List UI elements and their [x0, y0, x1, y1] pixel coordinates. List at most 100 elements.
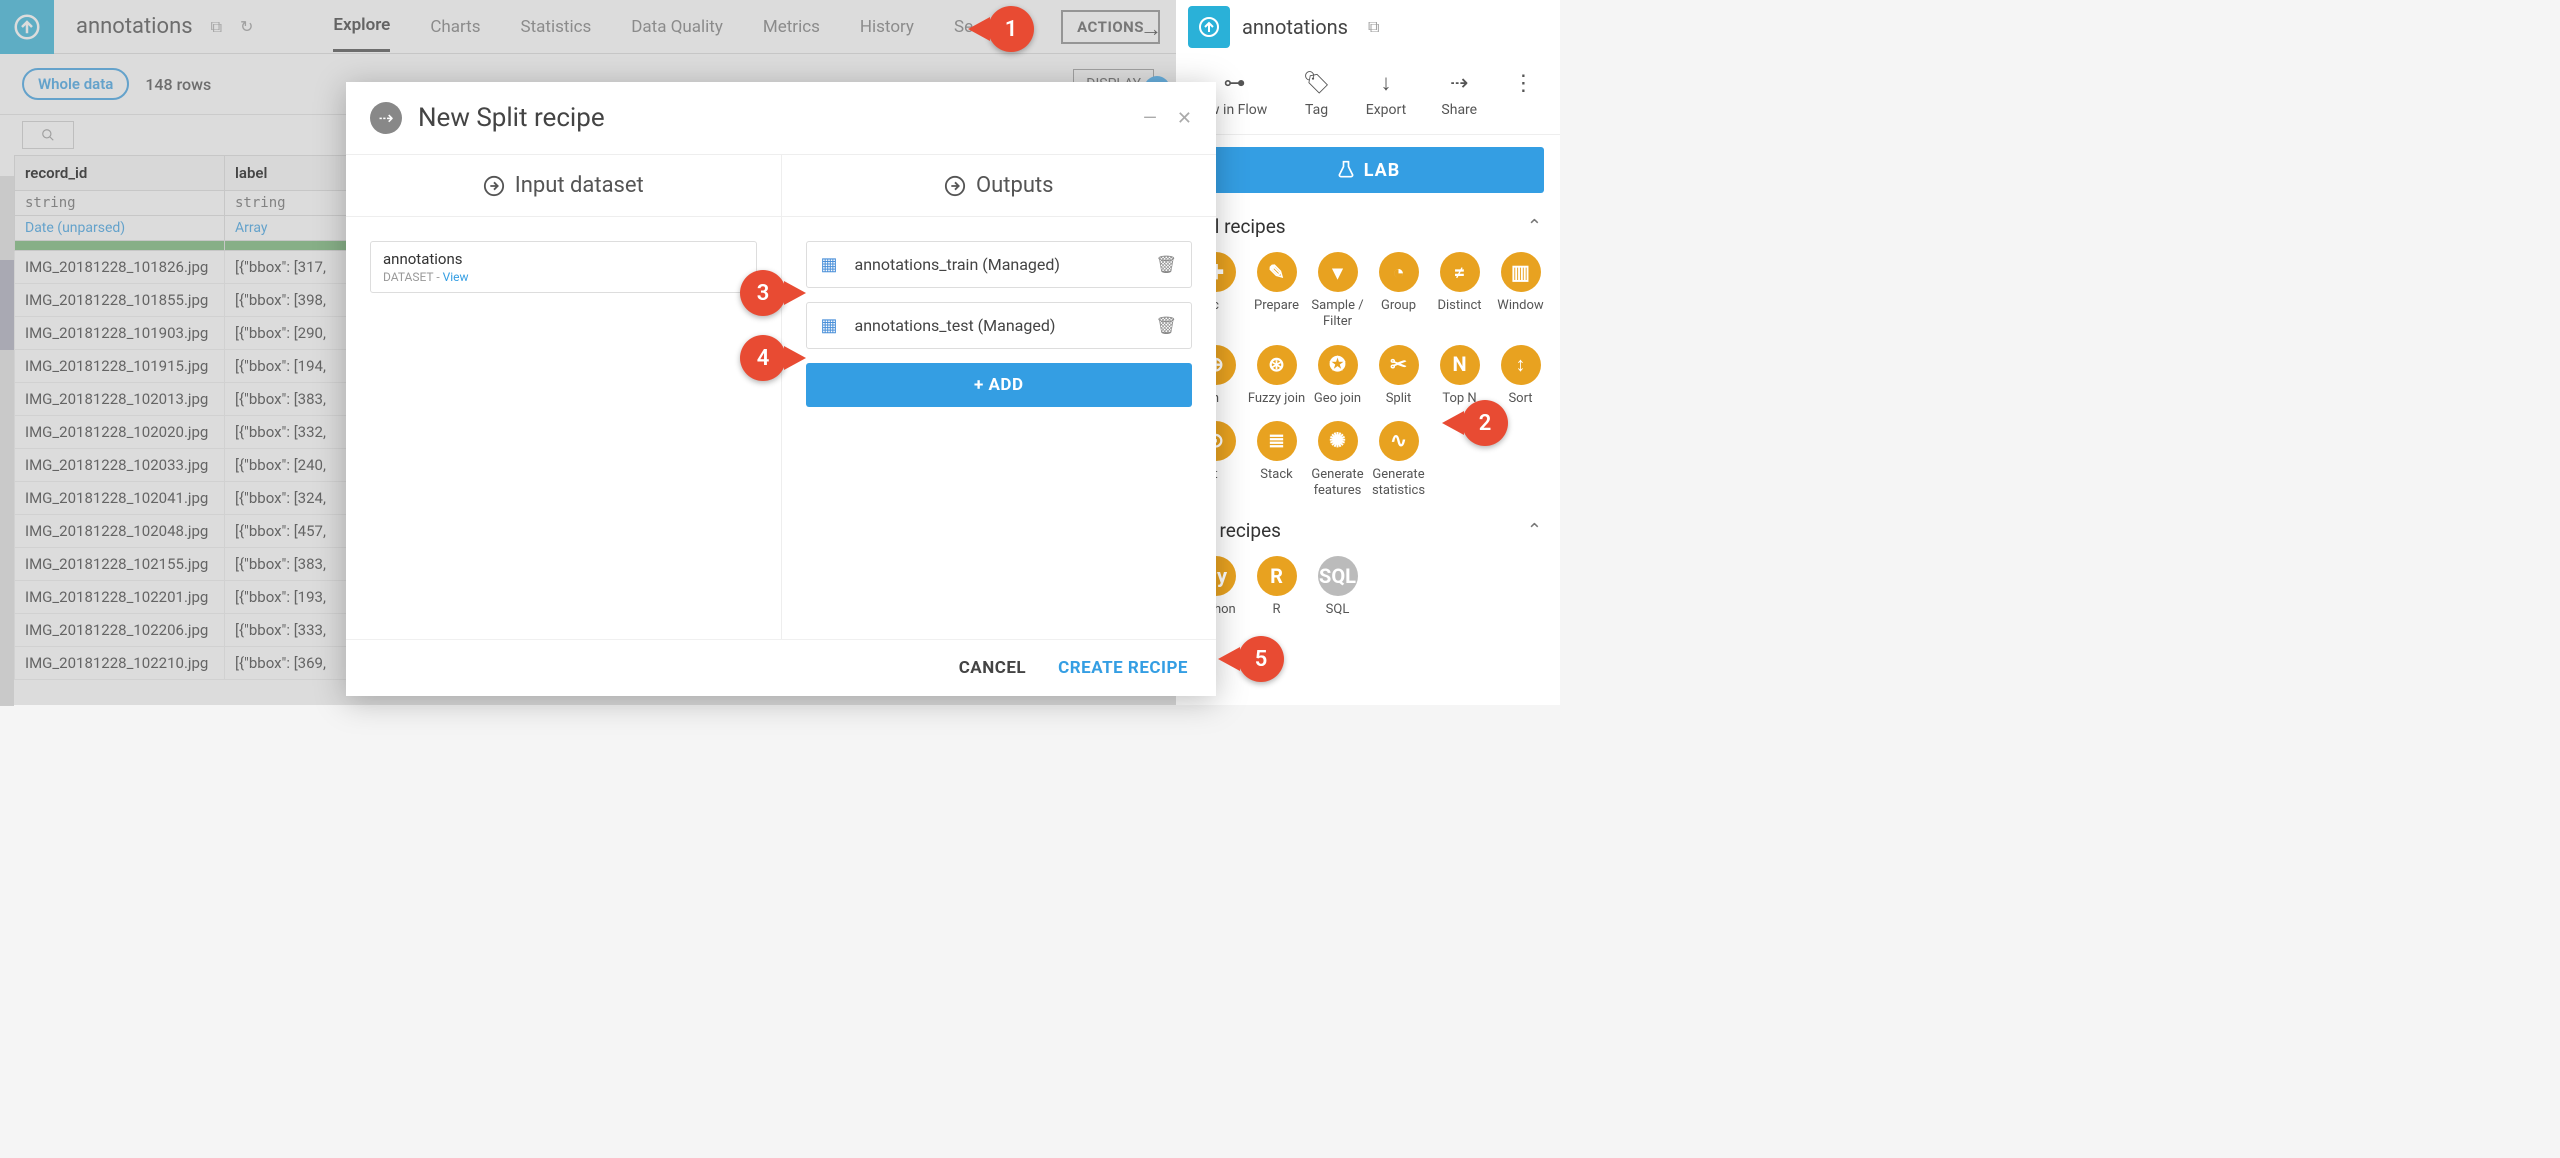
app-logo[interactable]	[0, 0, 54, 54]
annotation-bubble-1: 1	[988, 6, 1034, 52]
recipe-icon: ⊛	[1257, 345, 1297, 385]
recipe-top-n[interactable]: NTop N	[1430, 341, 1489, 407]
tab-metrics[interactable]: Metrics	[763, 3, 820, 51]
recipe-split[interactable]: ✂Split	[1369, 341, 1428, 407]
recipe-icon: R	[1257, 556, 1297, 596]
tab-explore[interactable]: Explore	[333, 1, 390, 52]
tag-icon: 🏷	[1303, 70, 1331, 96]
chevron-up-icon: ⌃	[1527, 216, 1542, 237]
recipe-stack[interactable]: ≣Stack	[1247, 417, 1306, 500]
tab-charts[interactable]: Charts	[430, 3, 480, 51]
panel-expand-arrow[interactable]: →	[1140, 16, 1162, 42]
action-more[interactable]: ⋮	[1512, 70, 1534, 118]
view-dataset-link[interactable]: View	[443, 270, 469, 284]
rp-title: annotations	[1242, 15, 1348, 39]
recipe-icon: N	[1440, 345, 1480, 385]
cell-record-id: IMG_20181228_102020.jpg	[15, 416, 225, 449]
right-panel: annotations ⧉ ⊶ ew in Flow 🏷 Tag ↓ Expor…	[1176, 0, 1560, 705]
recipe-sample-filter[interactable]: ▾Sample / Filter	[1308, 248, 1367, 331]
gutter-scroll-thumb[interactable]	[0, 260, 14, 350]
add-output-button[interactable]: + ADD	[806, 363, 1193, 407]
visual-recipes-row2: ⊕n⊛Fuzzy join✪Geo join✂SplitNTop N↕Sort	[1176, 341, 1560, 417]
input-dataset-box[interactable]: annotations DATASET - View	[370, 241, 757, 293]
action-tag[interactable]: 🏷 Tag	[1303, 70, 1331, 118]
cell-record-id: IMG_20181228_102210.jpg	[15, 647, 225, 680]
dataset-title: annotations	[76, 14, 193, 39]
trash-icon[interactable]: 🗑	[1155, 316, 1177, 336]
outputs-column: Outputs ▦ annotations_train (Managed) 🗑 …	[781, 154, 1217, 639]
col-type-record-id[interactable]: string	[15, 191, 225, 216]
col-meaning-record-id[interactable]: Date (unparsed)	[15, 216, 225, 241]
copy-icon[interactable]: ⧉	[1368, 17, 1379, 37]
cell-record-id: IMG_20181228_102201.jpg	[15, 581, 225, 614]
recipe-prepare[interactable]: ✎Prepare	[1247, 248, 1306, 331]
code-recipes-header[interactable]: de recipes ⌃	[1176, 509, 1560, 552]
annotation-bubble-3: 3	[740, 270, 786, 316]
recipe-icon: ∿	[1379, 421, 1419, 461]
chevron-up-icon: ⌃	[1527, 520, 1542, 541]
recipe-window[interactable]: ▥Window	[1491, 248, 1550, 331]
input-dataset-column: Input dataset annotations DATASET - View	[346, 154, 781, 639]
tab-statistics[interactable]: Statistics	[521, 3, 592, 51]
recipe-icon: ✪	[1318, 345, 1358, 385]
recipe-group[interactable]: ◔Group	[1369, 248, 1428, 331]
recipe-icon: ≣	[1257, 421, 1297, 461]
recipe-sql[interactable]: SQLSQL	[1308, 552, 1367, 618]
recipe-icon: ✂	[1379, 345, 1419, 385]
kebab-icon: ⋮	[1512, 70, 1534, 96]
create-recipe-button[interactable]: CREATE RECIPE	[1058, 658, 1188, 678]
arrow-in-icon	[483, 175, 505, 197]
share-icon: ⇢	[1450, 70, 1468, 96]
action-share[interactable]: ⇢ Share	[1441, 70, 1477, 118]
trash-icon[interactable]: 🗑	[1155, 255, 1177, 275]
recipe-icon: ▥	[1501, 252, 1541, 292]
search-input[interactable]	[22, 121, 74, 149]
cell-record-id: IMG_20181228_101826.jpg	[15, 251, 225, 284]
copy-icon[interactable]: ⧉	[211, 17, 222, 37]
col-hist-0	[15, 241, 225, 251]
arrow-out-icon	[944, 175, 966, 197]
cell-record-id: IMG_20181228_101915.jpg	[15, 350, 225, 383]
new-split-recipe-modal: ⇢ New Split recipe — ✕ Input dataset ann…	[346, 82, 1216, 696]
tab-history[interactable]: History	[860, 3, 914, 51]
recipe-distinct[interactable]: ≠Distinct	[1430, 248, 1489, 331]
output-dataset-train[interactable]: ▦ annotations_train (Managed) 🗑	[806, 241, 1193, 288]
recipe-sort[interactable]: ↕Sort	[1491, 341, 1550, 407]
row-gutter	[0, 176, 14, 706]
recipe-fuzzy-join[interactable]: ⊛Fuzzy join	[1247, 341, 1306, 407]
cell-record-id: IMG_20181228_102041.jpg	[15, 482, 225, 515]
recipe-icon: ▾	[1318, 252, 1358, 292]
tab-data-quality[interactable]: Data Quality	[631, 3, 723, 51]
annotation-bubble-2: 2	[1462, 400, 1508, 446]
modal-header: ⇢ New Split recipe — ✕	[346, 82, 1216, 154]
visual-recipes-header[interactable]: ual recipes ⌃	[1176, 205, 1560, 248]
close-icon[interactable]: ✕	[1177, 108, 1192, 129]
recipe-icon: ◔	[1379, 252, 1419, 292]
whole-data-pill[interactable]: Whole data	[22, 68, 129, 100]
modal-footer: CANCEL CREATE RECIPE	[346, 639, 1216, 696]
col-header-record-id[interactable]: record_id	[15, 156, 225, 191]
recipe-generate-statistics[interactable]: ∿Generate statistics	[1369, 417, 1428, 500]
recipe-icon: ↕	[1501, 345, 1541, 385]
rp-actions: ⊶ ew in Flow 🏷 Tag ↓ Export ⇢ Share ⋮	[1176, 54, 1560, 135]
lab-button[interactable]: LAB	[1192, 147, 1544, 193]
cancel-button[interactable]: CANCEL	[959, 658, 1026, 678]
recipe-geo-join[interactable]: ✪Geo join	[1308, 341, 1367, 407]
rp-logo[interactable]	[1188, 6, 1230, 48]
recipe-icon: ✎	[1257, 252, 1297, 292]
cell-record-id: IMG_20181228_101855.jpg	[15, 284, 225, 317]
cell-record-id: IMG_20181228_102155.jpg	[15, 548, 225, 581]
output-dataset-test[interactable]: ▦ annotations_test (Managed) 🗑	[806, 302, 1193, 349]
visual-recipes-row1: ✚c✎Prepare▾Sample / Filter◔Group≠Distinc…	[1176, 248, 1560, 341]
cell-record-id: IMG_20181228_102206.jpg	[15, 614, 225, 647]
minimize-icon[interactable]: —	[1143, 108, 1157, 129]
rp-header: annotations ⧉	[1176, 0, 1560, 54]
recipe-generate-features[interactable]: ✺Generate features	[1308, 417, 1367, 500]
dataset-icon: ▦	[821, 315, 841, 336]
dataset-icon: ▦	[821, 254, 841, 275]
cell-record-id: IMG_20181228_102033.jpg	[15, 449, 225, 482]
cell-record-id: IMG_20181228_101903.jpg	[15, 317, 225, 350]
action-export[interactable]: ↓ Export	[1366, 70, 1406, 118]
refresh-icon[interactable]: ↻	[240, 17, 253, 36]
recipe-r[interactable]: RR	[1247, 552, 1306, 618]
